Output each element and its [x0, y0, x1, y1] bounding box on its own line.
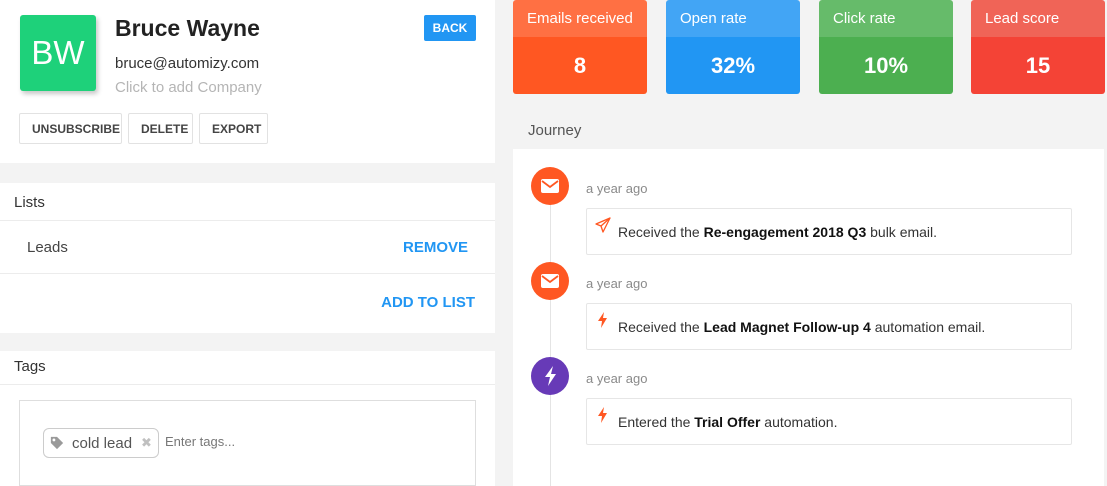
close-icon[interactable]: ✖: [141, 435, 152, 451]
stat-value: 8: [513, 37, 647, 94]
tag-label: cold lead: [72, 434, 133, 452]
export-button[interactable]: EXPORT: [199, 113, 268, 144]
event-text-suffix: bulk email.: [866, 224, 938, 240]
envelope-icon: [541, 274, 559, 288]
list-item-name: Leads: [27, 239, 68, 256]
event-card: Entered the Trial Offer automation.: [586, 398, 1072, 445]
tags-input[interactable]: [165, 434, 415, 449]
event-badge: [531, 357, 569, 395]
event-time: a year ago: [586, 371, 648, 386]
lists-divider: [0, 220, 495, 221]
stat-label: Lead score: [971, 0, 1105, 37]
event-text-prefix: Entered the: [618, 414, 695, 430]
event-text: Entered the Trial Offer automation.: [618, 414, 837, 430]
stat-value: 32%: [666, 37, 800, 94]
paper-plane-icon: [595, 217, 611, 233]
stat-lead-score: Lead score 15: [971, 0, 1105, 94]
event-badge: [531, 262, 569, 300]
event-text-suffix: automation.: [760, 414, 838, 430]
lists-card: Lists Leads REMOVE ADD TO LIST: [0, 183, 495, 333]
unsubscribe-button[interactable]: UNSUBSCRIBE: [19, 113, 122, 144]
profile-card: BW Bruce Wayne bruce@automizy.com Click …: [0, 0, 495, 163]
avatar-initials: BW: [31, 34, 85, 71]
timeline-line: [550, 171, 551, 486]
lists-title: Lists: [14, 194, 45, 211]
tags-input-box[interactable]: cold lead ✖: [19, 400, 476, 486]
lightning-icon: [545, 366, 556, 386]
event-campaign-name: Lead Magnet Follow-up 4: [703, 319, 871, 335]
event-time: a year ago: [586, 181, 648, 196]
event-campaign-name: Trial Offer: [694, 414, 761, 430]
stat-label: Click rate: [819, 0, 953, 37]
event-text: Received the Lead Magnet Follow-up 4 aut…: [618, 319, 985, 335]
event-text: Received the Re-engagement 2018 Q3 bulk …: [618, 224, 937, 240]
stat-value: 15: [971, 37, 1105, 94]
event-text-suffix: automation email.: [870, 319, 986, 335]
contact-name: Bruce Wayne: [115, 15, 260, 41]
list-item-divider: [0, 273, 495, 274]
add-company-field[interactable]: Click to add Company: [115, 79, 262, 96]
contact-panel: BW Bruce Wayne bruce@automizy.com Click …: [0, 0, 495, 486]
remove-list-link[interactable]: REMOVE: [403, 239, 468, 256]
journey-title: Journey: [528, 122, 582, 139]
event-badge: [531, 167, 569, 205]
journey-timeline: a year ago Received the Re-engagement 20…: [513, 149, 1104, 486]
tags-title: Tags: [14, 358, 46, 375]
event-text-prefix: Received the: [618, 319, 704, 335]
stat-click-rate: Click rate 10%: [819, 0, 953, 94]
stat-value: 10%: [819, 37, 953, 94]
journey-header: Journey: [513, 112, 1104, 149]
envelope-icon: [541, 179, 559, 193]
stat-emails-received: Emails received 8: [513, 0, 647, 94]
contact-actions: UNSUBSCRIBE DELETE EXPORT: [19, 113, 268, 144]
event-card: Received the Re-engagement 2018 Q3 bulk …: [586, 208, 1072, 255]
tag-chip: cold lead ✖: [43, 428, 159, 458]
stat-label: Open rate: [666, 0, 800, 37]
event-campaign-name: Re-engagement 2018 Q3: [703, 224, 867, 240]
delete-button[interactable]: DELETE: [128, 113, 193, 144]
tag-icon: [50, 436, 64, 450]
contact-email: bruce@automizy.com: [115, 55, 260, 72]
avatar: BW: [20, 15, 96, 91]
add-to-list-link[interactable]: ADD TO LIST: [381, 294, 475, 311]
event-time: a year ago: [586, 276, 648, 291]
stat-open-rate: Open rate 32%: [666, 0, 800, 94]
tags-card: Tags cold lead ✖: [0, 351, 495, 486]
lightning-icon: [598, 312, 607, 328]
event-card: Received the Lead Magnet Follow-up 4 aut…: [586, 303, 1072, 350]
event-text-prefix: Received the: [618, 224, 704, 240]
lightning-icon: [598, 407, 607, 423]
stat-label: Emails received: [513, 0, 647, 37]
tags-divider: [0, 384, 495, 385]
back-button[interactable]: BACK: [424, 15, 476, 41]
